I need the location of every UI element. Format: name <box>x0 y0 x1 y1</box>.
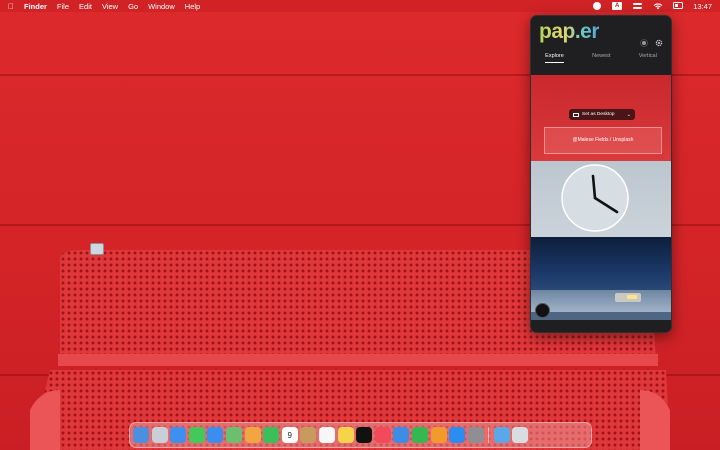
menu-bar:  Finder File Edit View Go Window Help A… <box>0 0 720 12</box>
menu-extras: A 13:47 <box>593 2 712 11</box>
display-icon[interactable] <box>673 2 684 10</box>
dock: 9 <box>129 422 592 448</box>
trash-icon[interactable] <box>512 427 529 443</box>
system-preferences-icon[interactable] <box>467 427 484 443</box>
night-light <box>627 295 637 299</box>
calendar-icon[interactable]: 9 <box>281 427 298 443</box>
wifi-icon[interactable] <box>653 2 663 10</box>
reminders-icon[interactable] <box>318 427 335 443</box>
tab-vertical[interactable]: Vertical <box>639 53 657 63</box>
set-as-desktop-button[interactable]: Set as Desktop ⌄ <box>569 109 635 120</box>
chevron-down-icon[interactable]: ⌄ <box>627 112 631 118</box>
control-center-icon[interactable] <box>633 2 643 10</box>
tab-explore[interactable]: Explore <box>545 53 564 63</box>
paper-app-popover: pap.er Explore Newest Vertical Set as De… <box>530 15 672 333</box>
tab-newest[interactable]: Newest <box>592 53 610 63</box>
wallpaper-card-night[interactable] <box>531 237 671 320</box>
menu-file[interactable]: File <box>57 2 69 11</box>
numbers-icon[interactable] <box>411 427 428 443</box>
paper-logo: pap.er <box>539 20 600 43</box>
menu-clock[interactable]: 13:47 <box>693 2 712 11</box>
set-as-desktop-label: Set as Desktop <box>582 112 615 117</box>
popover-header: pap.er Explore Newest Vertical <box>531 16 671 65</box>
settings-gear-icon[interactable] <box>655 39 663 47</box>
launchpad-icon[interactable] <box>151 427 168 443</box>
notes-icon[interactable] <box>337 427 354 443</box>
music-icon[interactable] <box>374 427 391 443</box>
apple-menu-icon[interactable]:  <box>8 2 14 11</box>
desktop-file-icon[interactable] <box>90 243 104 255</box>
wallpaper-card-clock[interactable] <box>531 161 671 237</box>
facetime-icon[interactable] <box>263 427 280 443</box>
mail-icon[interactable] <box>207 427 224 443</box>
night-ground <box>531 290 671 312</box>
contacts-icon[interactable] <box>300 427 317 443</box>
photos-icon[interactable] <box>244 427 261 443</box>
app-menu-finder[interactable]: Finder <box>24 2 47 11</box>
menu-window[interactable]: Window <box>148 2 175 11</box>
menu-edit[interactable]: Edit <box>79 2 92 11</box>
keynote-icon[interactable] <box>393 427 410 443</box>
clock-image <box>561 164 629 232</box>
menu-go[interactable]: Go <box>128 2 138 11</box>
safari-icon[interactable] <box>170 427 187 443</box>
messages-icon[interactable] <box>188 427 205 443</box>
night-strip <box>531 312 671 320</box>
tv-icon[interactable] <box>356 427 373 443</box>
input-source-indicator[interactable]: A <box>612 2 623 10</box>
paper-status-icon[interactable] <box>593 2 602 10</box>
menu-help[interactable]: Help <box>185 2 200 11</box>
photo-credit-link[interactable]: @Malese Fields / Unsplash <box>544 127 662 154</box>
brightness-icon[interactable] <box>640 39 648 47</box>
popover-tabs: Explore Newest Vertical <box>531 53 671 63</box>
mouse-cursor <box>535 303 550 318</box>
maps-icon[interactable] <box>225 427 242 443</box>
monitor-icon <box>573 112 579 117</box>
finder-icon[interactable] <box>133 427 149 443</box>
wallpaper-card-red[interactable]: Set as Desktop ⌄ @Malese Fields / Unspla… <box>531 75 671 161</box>
wallpaper-feed[interactable]: Set as Desktop ⌄ @Malese Fields / Unspla… <box>531 75 671 332</box>
downloads-folder-icon[interactable] <box>493 427 510 443</box>
pages-icon[interactable] <box>430 427 447 443</box>
app-store-icon[interactable] <box>449 427 466 443</box>
dock-separator <box>488 427 490 443</box>
menu-view[interactable]: View <box>102 2 118 11</box>
